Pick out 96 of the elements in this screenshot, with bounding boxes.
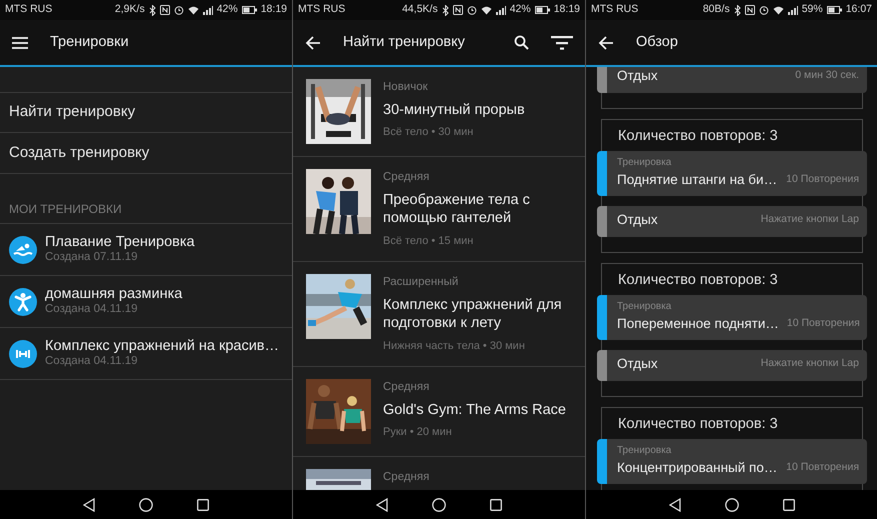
- swimmer-icon: [9, 236, 37, 264]
- bluetooth-icon: [442, 4, 449, 16]
- wifi-icon: [772, 6, 784, 14]
- step-card[interactable]: Отдых 0 мин 30 сек.: [597, 67, 867, 93]
- workout-title[interactable]: Комплекс упражнений для подготовки к лету: [383, 296, 577, 332]
- step-card[interactable]: Отдых Нажатие кнопки Lap: [597, 350, 867, 381]
- network-speed: 80B/s: [702, 2, 730, 18]
- signal-icon: [788, 6, 798, 14]
- difficulty-label: Средняя: [383, 170, 430, 185]
- step-name: Отдых: [617, 354, 658, 373]
- difficulty-label: Средняя: [383, 380, 430, 395]
- difficulty-label: Средняя: [383, 470, 430, 485]
- step-detail: Нажатие кнопки Lap: [760, 212, 859, 228]
- person-icon: [9, 288, 37, 316]
- back-arrow-icon[interactable]: [305, 34, 321, 50]
- recents-icon[interactable]: [490, 498, 502, 510]
- nfc-icon: [160, 5, 170, 15]
- network-speed: 44,5K/s: [402, 2, 438, 18]
- step-detail: 10 Повторения: [786, 316, 860, 332]
- screen-title: Обзор: [636, 32, 678, 52]
- bluetooth-icon: [734, 4, 741, 16]
- dumbbell-icon: [9, 340, 37, 368]
- step-type: Тренировка: [617, 300, 672, 314]
- difficulty-label: Новичок: [383, 80, 429, 95]
- workout-details: Нижняя часть тела • 30 мин: [383, 338, 526, 354]
- step-type: Тренировка: [617, 444, 672, 458]
- created-date: Создана 04.11.19: [45, 355, 139, 370]
- section-header: МОИ ТРЕНИРОВКИ: [9, 202, 122, 216]
- step-detail: 10 Повторения: [785, 172, 859, 188]
- step-type: Тренировка: [617, 156, 672, 170]
- battery-icon: [534, 6, 550, 14]
- clock-time: 18:19: [260, 2, 287, 18]
- step-detail: 0 мин 30 сек.: [794, 68, 859, 84]
- nfc-icon: [744, 5, 755, 15]
- bluetooth-icon: [148, 4, 156, 16]
- step-name: Отдых: [617, 210, 658, 229]
- wifi-icon: [480, 6, 492, 14]
- carrier-name: MTS RUS: [591, 2, 638, 18]
- back-arrow-icon[interactable]: [598, 34, 614, 50]
- screen-title: Найти тренировку: [343, 32, 465, 52]
- step-detail: Нажатие кнопки Lap: [760, 356, 859, 372]
- battery-icon: [826, 6, 842, 14]
- workout-title[interactable]: Gold's Gym: The Arms Race: [383, 401, 566, 420]
- carrier-name: MTS RUS: [5, 2, 52, 18]
- created-date: Создана 04.11.19: [45, 303, 139, 318]
- wifi-icon: [188, 6, 199, 14]
- step-card[interactable]: Тренировка Концентрированный по… 10 Повторения: [597, 439, 867, 484]
- step-name: Концентрированный по…: [617, 458, 778, 477]
- alarm-icon: [466, 5, 477, 15]
- home-icon[interactable]: [432, 498, 446, 512]
- step-card[interactable]: Тренировка Поднятие штанги на би… 10 Повторения: [597, 151, 867, 196]
- workout-title[interactable]: Преображение тела с помощью гантелей: [383, 191, 577, 228]
- filter-icon[interactable]: [551, 36, 573, 50]
- repeat-count-heading: Количество повторов: 3: [617, 127, 779, 146]
- back-icon[interactable]: [668, 498, 680, 512]
- battery-icon: [242, 6, 257, 14]
- menu-item[interactable]: Создать тренировку: [0, 133, 292, 174]
- menu-icon[interactable]: [12, 36, 28, 48]
- nfc-icon: [452, 5, 463, 15]
- home-icon[interactable]: [139, 498, 153, 512]
- clock-time: 18:19: [554, 2, 580, 18]
- step-name: Отдых: [617, 67, 658, 85]
- workout-name[interactable]: Плавание Тренировка: [45, 234, 195, 252]
- back-icon[interactable]: [83, 498, 95, 512]
- battery-percent: 42%: [216, 2, 238, 18]
- alarm-icon: [758, 5, 769, 15]
- home-icon[interactable]: [724, 498, 738, 512]
- workout-name[interactable]: Комплекс упражнений на красив…: [45, 338, 280, 356]
- back-icon[interactable]: [376, 498, 388, 512]
- clock-time: 16:07: [846, 2, 872, 18]
- step-name: Попеременное подняти…: [617, 314, 779, 333]
- signal-icon: [202, 6, 213, 14]
- recents-icon[interactable]: [782, 498, 794, 510]
- battery-percent: 42%: [510, 2, 531, 18]
- step-detail: 10 Повторения: [785, 460, 859, 476]
- workout-name[interactable]: домашняя разминка: [45, 286, 182, 304]
- carrier-name: MTS RUS: [298, 2, 346, 18]
- recents-icon[interactable]: [197, 498, 209, 510]
- step-name: Поднятие штанги на би…: [617, 170, 778, 189]
- battery-percent: 59%: [802, 2, 823, 18]
- step-card[interactable]: Отдых Нажатие кнопки Lap: [597, 206, 867, 237]
- workout-details: Всё тело • 15 мин: [383, 234, 474, 248]
- step-card[interactable]: Тренировка Попеременное подняти… 10 Повторения: [597, 295, 867, 340]
- repeat-count-heading: Количество повторов: 3: [617, 415, 779, 434]
- screen-title: Тренировки: [50, 32, 129, 52]
- signal-icon: [496, 6, 506, 14]
- repeat-count-heading: Количество повторов: 3: [617, 271, 779, 290]
- workout-details: Руки • 20 мин: [383, 425, 453, 440]
- workout-details: Всё тело • 30 мин: [383, 125, 474, 140]
- menu-item[interactable]: Найти тренировку: [0, 92, 292, 133]
- workout-title[interactable]: 30-минутный прорыв: [383, 101, 525, 120]
- created-date: Создана 07.11.19: [45, 251, 139, 266]
- alarm-icon: [174, 5, 184, 15]
- difficulty-label: Расширенный: [383, 275, 460, 290]
- search-icon[interactable]: [514, 35, 529, 50]
- network-speed: 2,9K/s: [114, 2, 145, 18]
